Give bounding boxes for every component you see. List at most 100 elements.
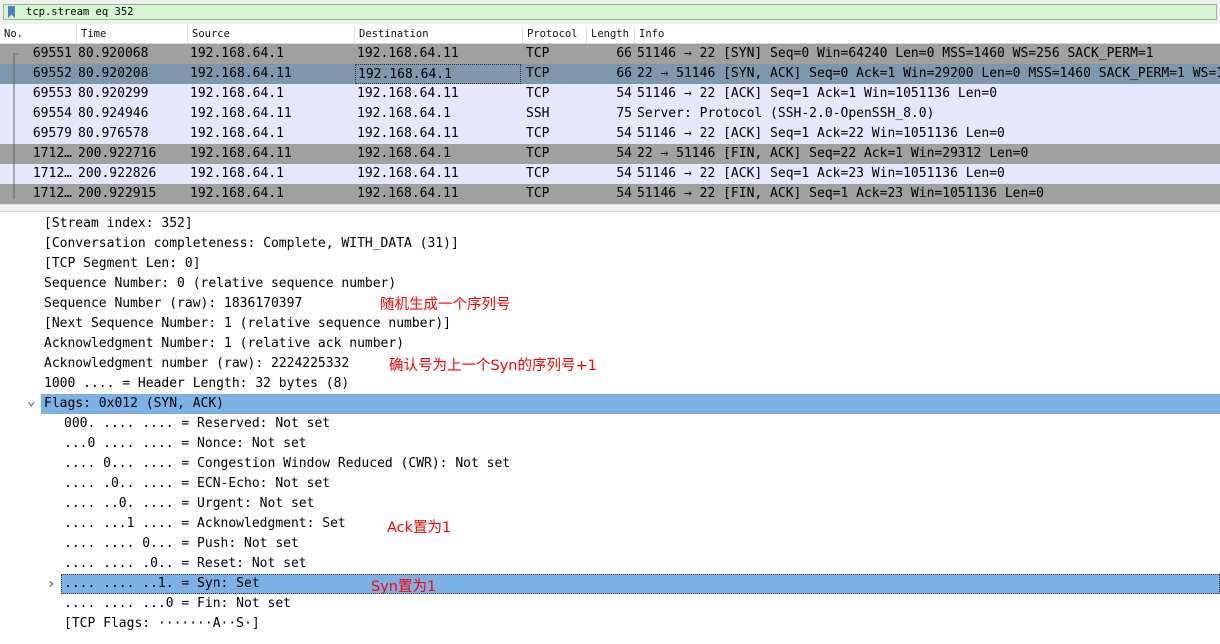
detail-text: .... .... ...0 = Fin: Not set xyxy=(64,596,291,611)
packet-time-cell: 80.976578 xyxy=(78,126,149,141)
packet-row[interactable]: 69553 80.920299 192.168.64.1 192.168.64.11 T… xyxy=(0,84,1220,104)
annotation-syn-flag-note: Syn置为1 xyxy=(371,579,437,595)
packet-time-cell: 200.922716 xyxy=(78,146,157,161)
detail-row[interactable]: Acknowledgment Number: 1 (relative ack n… xyxy=(0,334,1220,354)
chevron-right-icon[interactable]: › xyxy=(47,574,55,594)
detail-text: .... 0... .... = Congestion Window Reduc… xyxy=(64,456,511,471)
packet-len-cell: 66 xyxy=(616,66,632,81)
detail-text: ...0 .... .... = Nonce: Not set xyxy=(64,436,307,451)
packet-len-cell: 54 xyxy=(616,126,632,141)
chevron-down-icon[interactable]: ⌄ xyxy=(27,391,35,411)
detail-row[interactable]: .... .0.. .... = ECN-Echo: Not set xyxy=(0,474,1220,494)
detail-text: .... .0.. .... = ECN-Echo: Not set xyxy=(64,476,331,491)
packet-info-cell: Server: Protocol (SSH-2.0-OpenSSH_8.0) xyxy=(637,106,935,121)
detail-row[interactable]: 1000 .... = Header Length: 32 bytes (8) xyxy=(0,374,1220,394)
detail-row[interactable]: .... .... .0.. = Reset: Not set xyxy=(0,554,1220,574)
column-header-protocol[interactable]: Protocol xyxy=(522,26,586,43)
detail-row[interactable]: [Next Sequence Number: 1 (relative seque… xyxy=(0,314,1220,334)
column-header-info[interactable]: Info xyxy=(634,26,1220,43)
packet-info-cell: 51146 → 22 [SYN] Seq=0 Win=64240 Len=0 M… xyxy=(637,46,1154,61)
packet-time-cell: 200.922915 xyxy=(78,186,157,201)
detail-row[interactable]: .... ..0. .... = Urgent: Not set xyxy=(0,494,1220,514)
bookmark-icon[interactable] xyxy=(7,6,16,18)
detail-text: Acknowledgment number (raw): 2224225332 xyxy=(44,356,350,371)
detail-row[interactable]: Sequence Number (raw): 1836170397 xyxy=(0,294,1220,314)
packet-info-cell: 51146 → 22 [FIN, ACK] Seq=1 Ack=23 Win=1… xyxy=(637,186,1044,201)
detail-row[interactable]: › .... .... ..1. = Syn: Set xyxy=(0,574,1220,594)
packet-row[interactable]: 69579 80.976578 192.168.64.1 192.168.64.11 T… xyxy=(0,124,1220,144)
detail-text: Acknowledgment Number: 1 (relative ack n… xyxy=(44,336,405,351)
packet-proto-cell: TCP xyxy=(526,126,550,141)
packet-src-cell: 192.168.64.1 xyxy=(190,166,284,181)
detail-text: 000. .... .... = Reserved: Not set xyxy=(64,416,331,431)
packet-proto-cell: SSH xyxy=(526,106,550,121)
packet-info-cell: 51146 → 22 [ACK] Seq=1 Ack=23 Win=105113… xyxy=(637,166,1005,181)
annotation-seq-note: 随机生成一个序列号 xyxy=(380,297,511,313)
packet-proto-cell: TCP xyxy=(526,146,550,161)
packet-row[interactable]: 69554 80.924946 192.168.64.11 192.168.64.1 S… xyxy=(0,104,1220,124)
display-filter-bar: tcp.stream eq 352 xyxy=(0,0,1220,24)
detail-row[interactable]: [Conversation completeness: Complete, WI… xyxy=(0,234,1220,254)
detail-row[interactable]: .... .... 0... = Push: Not set xyxy=(0,534,1220,554)
detail-row[interactable]: .... .... ...0 = Fin: Not set xyxy=(0,594,1220,614)
packet-row[interactable]: 69551 80.920068 192.168.64.1 192.168.64.11 T… xyxy=(0,44,1220,64)
detail-row[interactable]: [TCP Segment Len: 0] xyxy=(0,254,1220,274)
packet-proto-cell: TCP xyxy=(526,46,550,61)
detail-text: [Next Sequence Number: 1 (relative seque… xyxy=(44,316,451,331)
detail-row[interactable]: [TCP Flags: ·······A··S·] xyxy=(0,614,1220,634)
packet-proto-cell: TCP xyxy=(526,186,550,201)
packet-src-cell: 192.168.64.11 xyxy=(190,66,292,81)
detail-text: Sequence Number (raw): 1836170397 xyxy=(44,296,303,311)
column-header-destination[interactable]: Destination xyxy=(354,26,522,43)
packet-time-cell: 80.920208 xyxy=(78,66,149,81)
packet-len-cell: 54 xyxy=(616,166,632,181)
packet-list-header: No. Time Source Destination Protocol Len… xyxy=(0,26,1220,44)
packet-row[interactable]: 69552 80.920208 192.168.64.11 192.168.64.1 T… xyxy=(0,64,1220,84)
detail-text: Flags: 0x012 (SYN, ACK) xyxy=(44,396,225,411)
display-filter-input[interactable]: tcp.stream eq 352 xyxy=(3,4,1217,20)
filter-text: tcp.stream eq 352 xyxy=(26,6,134,18)
packet-dst-cell: 192.168.64.1 xyxy=(357,106,451,121)
column-header-no[interactable]: No. xyxy=(0,26,76,43)
packet-len-cell: 54 xyxy=(616,86,632,101)
column-header-time[interactable]: Time xyxy=(76,26,187,43)
detail-text: Sequence Number: 0 (relative sequence nu… xyxy=(44,276,397,291)
detail-text: [TCP Segment Len: 0] xyxy=(44,256,201,271)
packet-details-pane: [Stream index: 352] [Conversation complet… xyxy=(0,214,1220,644)
horizontal-scrollbar[interactable] xyxy=(0,204,1220,212)
packet-dst-cell: 192.168.64.1 xyxy=(357,146,451,161)
packet-info-cell: 51146 → 22 [ACK] Seq=1 Ack=1 Win=1051136… xyxy=(637,86,998,101)
detail-text: .... ...1 .... = Acknowledgment: Set xyxy=(64,516,346,531)
column-header-source[interactable]: Source xyxy=(187,26,354,43)
packet-time-cell: 80.920299 xyxy=(78,86,149,101)
packet-info-cell: 51146 → 22 [ACK] Seq=1 Ack=22 Win=105113… xyxy=(637,126,1005,141)
detail-row[interactable]: [Stream index: 352] xyxy=(0,214,1220,234)
packet-time-cell: 200.922826 xyxy=(78,166,157,181)
detail-row[interactable]: ...0 .... .... = Nonce: Not set xyxy=(0,434,1220,454)
detail-row[interactable]: .... ...1 .... = Acknowledgment: Set xyxy=(0,514,1220,534)
packet-dst-cell: 192.168.64.1 xyxy=(355,64,521,84)
detail-row[interactable]: 000. .... .... = Reserved: Not set xyxy=(0,414,1220,434)
packet-row[interactable]: 1712… 200.922716 192.168.64.11 192.168.64.1… xyxy=(0,144,1220,164)
packet-src-cell: 192.168.64.11 xyxy=(190,146,292,161)
detail-row[interactable]: Acknowledgment number (raw): 2224225332 xyxy=(0,354,1220,374)
annotation-ack-flag-note: Ack置为1 xyxy=(387,520,452,536)
column-header-length[interactable]: Length xyxy=(586,26,634,43)
packet-dst-cell: 192.168.64.11 xyxy=(357,126,459,141)
packet-dst-cell: 192.168.64.11 xyxy=(357,186,459,201)
packet-dst-cell: 192.168.64.11 xyxy=(357,86,459,101)
detail-text: [Conversation completeness: Complete, WI… xyxy=(44,236,459,251)
packet-src-cell: 192.168.64.1 xyxy=(190,186,284,201)
detail-text: .... .... .0.. = Reset: Not set xyxy=(64,556,307,571)
packet-info-cell: 22 → 51146 [FIN, ACK] Seq=22 Ack=1 Win=2… xyxy=(637,146,1029,161)
detail-row[interactable]: Sequence Number: 0 (relative sequence nu… xyxy=(0,274,1220,294)
packet-time-cell: 80.920068 xyxy=(78,46,149,61)
detail-text: .... .... 0... = Push: Not set xyxy=(64,536,299,551)
packet-len-cell: 66 xyxy=(616,46,632,61)
packet-src-cell: 192.168.64.1 xyxy=(190,126,284,141)
detail-row[interactable]: ⌄ Flags: 0x012 (SYN, ACK) xyxy=(0,391,1220,414)
packet-dst-cell: 192.168.64.11 xyxy=(357,46,459,61)
packet-row[interactable]: 1712… 200.922826 192.168.64.1 192.168.64.11… xyxy=(0,164,1220,184)
packet-row[interactable]: 1712… 200.922915 192.168.64.1 192.168.64.11… xyxy=(0,184,1220,204)
detail-row[interactable]: .... 0... .... = Congestion Window Reduc… xyxy=(0,454,1220,474)
